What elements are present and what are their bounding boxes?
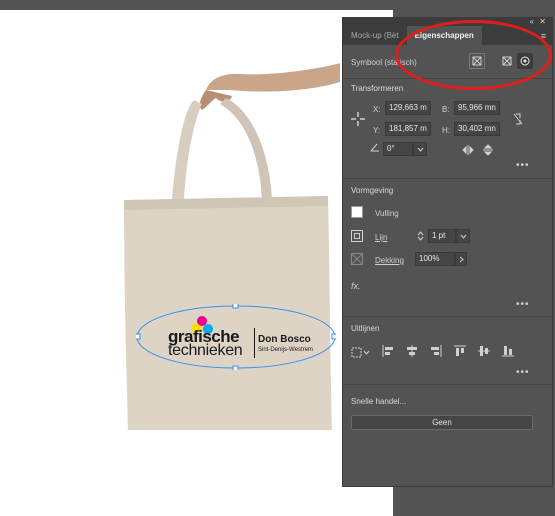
stroke-stepper-icon[interactable] [415, 229, 425, 243]
align-top-icon[interactable] [453, 344, 467, 358]
opacity-field[interactable]: 100% [415, 252, 455, 266]
x-field[interactable]: 129,663 m [385, 101, 431, 115]
stroke-weight-field[interactable]: 1 pt [428, 229, 456, 243]
align-bottom-icon[interactable] [501, 344, 515, 358]
logo-group[interactable]: grafische technieken Don Bosco Sint-Deni… [136, 304, 336, 370]
logo-divider [254, 328, 255, 358]
bag-handle-left [172, 100, 202, 200]
angle-icon [369, 141, 381, 153]
align-title: Uitlijnen [351, 324, 380, 333]
reference-point-icon[interactable] [349, 110, 367, 128]
transform-title: Transformeren [351, 84, 404, 93]
height-label: H: [442, 126, 450, 135]
stroke-dropdown-chevron-icon[interactable] [456, 229, 470, 243]
more-appearance-icon[interactable]: ••• [516, 299, 530, 310]
collapse-icon[interactable]: « [530, 17, 534, 26]
opacity-icon [351, 253, 363, 265]
height-field[interactable]: 30,402 mn [454, 122, 500, 136]
stroke-label[interactable]: Lijn [375, 233, 387, 242]
align-left-icon[interactable] [381, 344, 395, 358]
y-label: Y: [373, 126, 381, 135]
fill-swatch[interactable] [351, 206, 363, 218]
angle-dropdown-chevron-icon[interactable] [413, 142, 427, 156]
width-field[interactable]: 95,966 mn [454, 101, 500, 115]
logo-brand-line2: technieken [168, 342, 243, 359]
none-button[interactable]: Geen [351, 415, 533, 430]
constrain-proportions-icon[interactable] [511, 112, 525, 126]
fill-label: Vulling [375, 209, 399, 218]
y-field[interactable]: 181,857 m [385, 122, 431, 136]
stroke-swatch[interactable] [351, 230, 363, 242]
more-align-icon[interactable]: ••• [516, 367, 530, 378]
close-panel-icon[interactable]: ✕ [539, 17, 546, 26]
x-label: X: [373, 105, 381, 114]
quick-actions-title: Snelle handel... [351, 397, 407, 406]
width-label: B: [442, 105, 450, 114]
hand-arm [206, 63, 340, 92]
align-horizontal-center-icon[interactable] [405, 344, 419, 358]
workspace: grafische technieken Don Bosco Sint-Deni… [0, 0, 555, 516]
tab-mockup[interactable]: Mock-up (Bèt [343, 26, 407, 45]
opacity-label[interactable]: Dekking [375, 256, 404, 265]
highlight-annotation [395, 20, 552, 90]
tote-bag-mockup [124, 63, 340, 430]
bag-handle-right [220, 98, 272, 200]
more-transform-icon[interactable]: ••• [516, 160, 530, 171]
flip-horizontal-icon[interactable] [461, 144, 475, 156]
logo-school-place: Sint-Denijs-Westrem [258, 347, 313, 353]
flip-vertical-icon[interactable] [481, 144, 495, 156]
angle-field[interactable]: 0° [383, 142, 413, 156]
divider [343, 178, 552, 179]
logo-school-name: Don Bosco [258, 334, 311, 345]
appearance-title: Vormgeving [351, 186, 394, 195]
align-right-icon[interactable] [429, 344, 443, 358]
divider [343, 384, 552, 385]
fx-icon[interactable]: fx. [351, 281, 361, 291]
opacity-arrow-icon[interactable] [455, 252, 467, 266]
align-vertical-center-icon[interactable] [477, 344, 491, 358]
align-to-icon[interactable] [351, 345, 371, 359]
divider [343, 316, 552, 317]
